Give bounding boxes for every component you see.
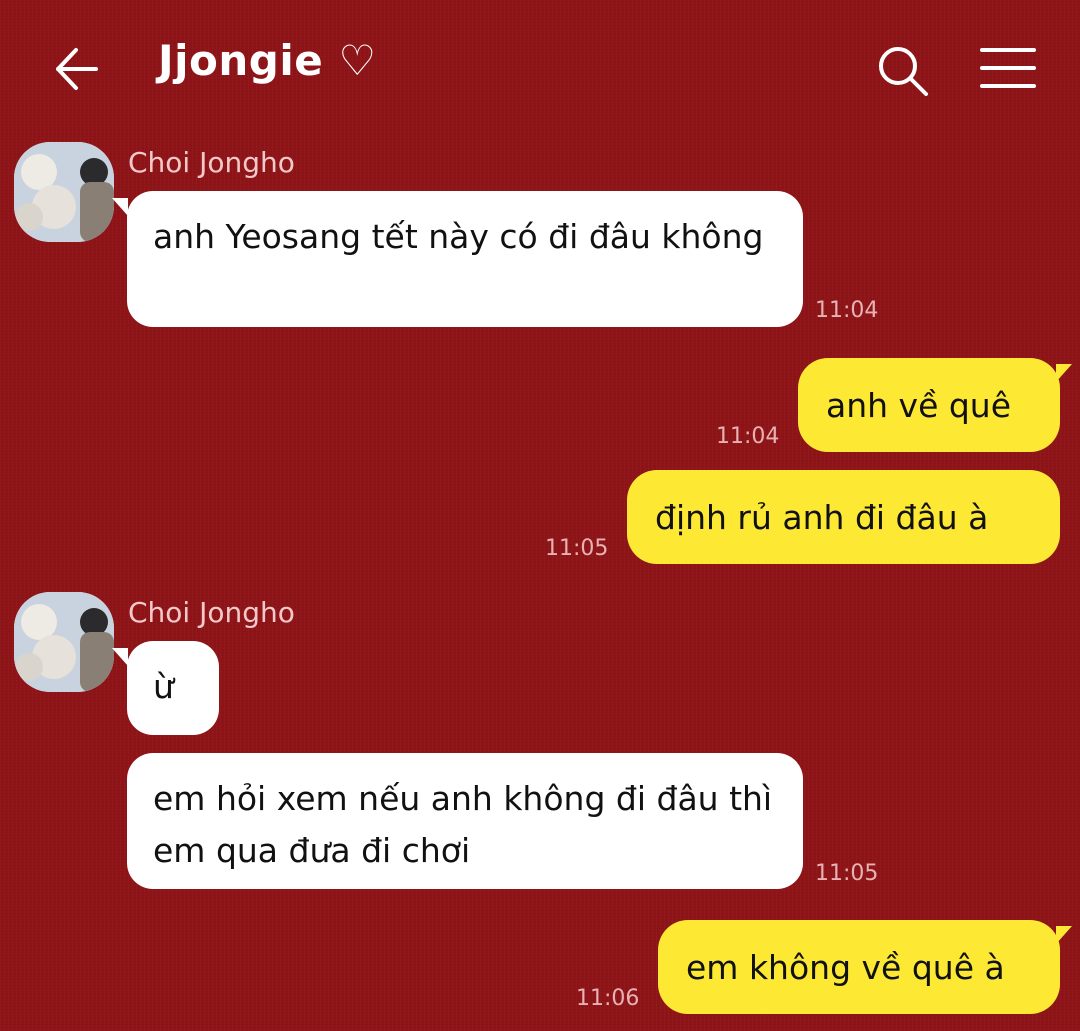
bubble-tail (112, 648, 128, 666)
message-time: 11:04 (815, 298, 879, 323)
hamburger-menu-icon (980, 48, 1036, 88)
message-bubble-incoming[interactable]: ừ (127, 641, 219, 735)
message-time: 11:05 (545, 536, 609, 561)
menu-button[interactable] (980, 44, 1036, 92)
search-icon (879, 47, 928, 96)
bubble-tail (112, 198, 128, 216)
message-bubble-outgoing[interactable]: định rủ anh đi đâu à (627, 470, 1060, 564)
chat-title: Jjongie ♡ (158, 36, 377, 85)
bubble-tail (1056, 364, 1072, 382)
search-button[interactable] (876, 44, 930, 98)
sender-name: Choi Jongho (128, 146, 295, 179)
avatar[interactable] (14, 592, 114, 692)
chat-header: Jjongie ♡ (0, 0, 1080, 140)
message-time: 11:05 (815, 861, 879, 886)
message-bubble-outgoing[interactable]: anh về quê (798, 358, 1060, 452)
avatar-photo (14, 592, 114, 692)
back-button[interactable] (50, 42, 104, 96)
message-bubble-incoming[interactable]: anh Yeosang tết này có đi đâu không (127, 191, 803, 327)
message-time: 11:06 (576, 986, 640, 1011)
message-bubble-incoming[interactable]: em hỏi xem nếu anh không đi đâu thì em q… (127, 753, 803, 889)
avatar-photo (14, 142, 114, 242)
sender-name: Choi Jongho (128, 596, 295, 629)
message-bubble-outgoing[interactable]: em không về quê à (658, 920, 1060, 1014)
message-time: 11:04 (716, 424, 780, 449)
bubble-tail (1056, 926, 1072, 944)
arrow-left-icon (56, 48, 98, 90)
avatar[interactable] (14, 142, 114, 242)
